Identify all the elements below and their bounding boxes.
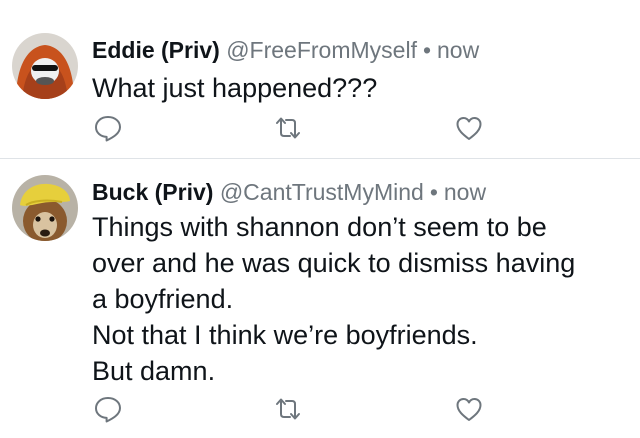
reply-bubble-icon bbox=[95, 116, 121, 142]
display-name[interactable]: Buck (Priv) bbox=[92, 179, 213, 205]
tweet-text: Things with shannon don’t seem to be ove… bbox=[92, 209, 632, 389]
tweet-header: Buck (Priv) @CantTrustMyMind • now bbox=[92, 178, 486, 206]
orange-hood-sunglasses-avatar-icon bbox=[12, 33, 78, 99]
tweet-text-line: But damn. bbox=[92, 356, 216, 386]
tweet-text-line: Things with shannon don’t seem to be bbox=[92, 212, 547, 242]
avatar[interactable] bbox=[12, 175, 78, 241]
heart-icon bbox=[456, 398, 482, 421]
user-handle[interactable]: @FreeFromMyself bbox=[226, 37, 417, 63]
retweet-icon bbox=[276, 117, 300, 139]
avatar[interactable] bbox=[12, 33, 78, 99]
like-button[interactable] bbox=[454, 394, 484, 424]
timeline-feed: Eddie (Priv) @FreeFromMyself • now What ju… bbox=[0, 0, 640, 438]
reply-button[interactable] bbox=[93, 113, 123, 143]
tweet-text-line: Not that I think we’re boyfriends. bbox=[92, 320, 478, 350]
retweet-button[interactable] bbox=[273, 394, 303, 424]
dog-yellow-hat-avatar-icon bbox=[12, 175, 78, 241]
separator-dot: • bbox=[422, 37, 432, 63]
tweet-text-line: What just happened??? bbox=[92, 73, 378, 103]
tweet[interactable]: Buck (Priv) @CantTrustMyMind • now Things … bbox=[0, 159, 640, 438]
tweet-text: What just happened??? bbox=[92, 70, 632, 106]
tweet-text-line: over and he was quick to dismiss having bbox=[92, 248, 576, 278]
reply-button[interactable] bbox=[93, 394, 123, 424]
user-handle[interactable]: @CantTrustMyMind bbox=[220, 179, 424, 205]
display-name[interactable]: Eddie (Priv) bbox=[92, 37, 220, 63]
tweet-text-line: a boyfriend. bbox=[92, 284, 234, 314]
heart-icon bbox=[456, 117, 482, 140]
separator-dot: • bbox=[429, 179, 438, 205]
like-button[interactable] bbox=[454, 113, 484, 143]
tweet[interactable]: Eddie (Priv) @FreeFromMyself • now What ju… bbox=[0, 0, 640, 158]
tweet-actions bbox=[0, 113, 640, 143]
timestamp[interactable]: now bbox=[437, 37, 479, 63]
tweet-header: Eddie (Priv) @FreeFromMyself • now bbox=[92, 36, 479, 64]
reply-bubble-icon bbox=[95, 397, 121, 423]
timestamp[interactable]: now bbox=[444, 179, 486, 205]
retweet-button[interactable] bbox=[273, 113, 303, 143]
retweet-icon bbox=[276, 398, 300, 420]
tweet-actions bbox=[0, 394, 640, 424]
